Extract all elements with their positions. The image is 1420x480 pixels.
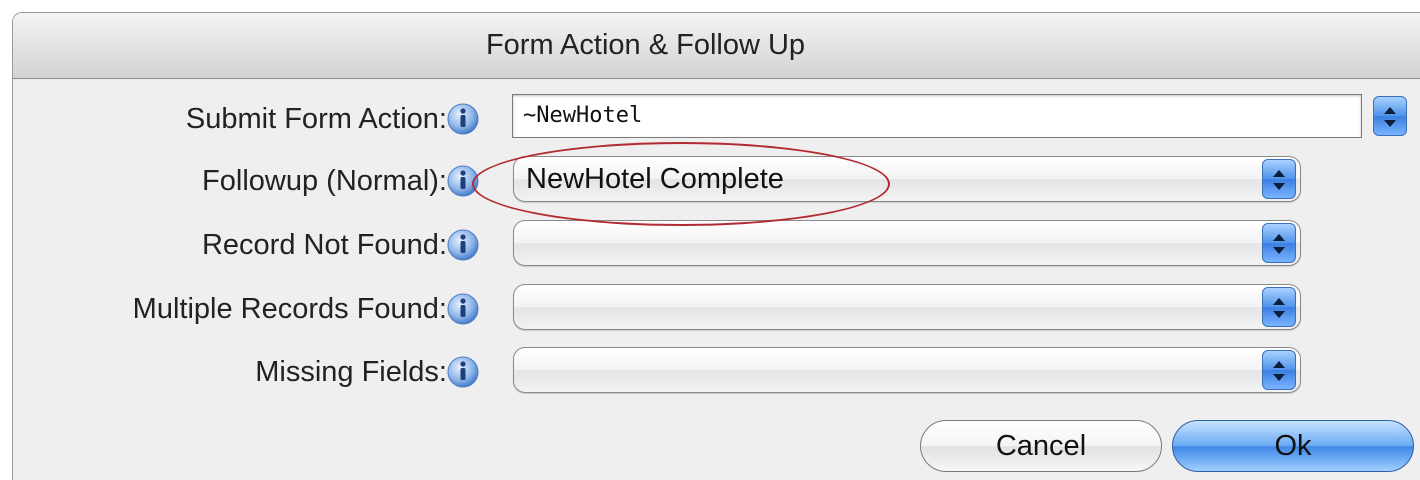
dialog-title: Form Action & Follow Up [485, 29, 806, 61]
multiple-records-row: Multiple Records Found: [13, 282, 1420, 336]
submit-action-row: Submit Form Action: ~NewHotel [13, 92, 1420, 146]
cancel-button[interactable]: Cancel [920, 420, 1162, 472]
missing-fields-stepper[interactable] [1262, 350, 1296, 390]
up-down-arrows-icon [1384, 107, 1396, 127]
followup-normal-label: Followup (Normal): [202, 165, 447, 197]
info-icon[interactable] [445, 291, 481, 327]
title-bar: Form Action & Follow Up [13, 13, 1420, 79]
record-not-found-popup[interactable] [513, 220, 1301, 266]
info-icon[interactable] [445, 227, 481, 263]
up-down-arrows-icon [1273, 170, 1285, 190]
followup-normal-value: NewHotel Complete [526, 163, 784, 195]
followup-normal-row: Followup (Normal): NewHotel Complete [13, 154, 1420, 208]
up-down-arrows-icon [1273, 234, 1285, 254]
up-down-arrows-icon [1273, 298, 1285, 318]
info-icon[interactable] [445, 354, 481, 390]
submit-action-value: ~NewHotel [523, 103, 643, 128]
submit-action-stepper[interactable] [1373, 96, 1407, 136]
submit-action-label: Submit Form Action: [185, 103, 447, 135]
submit-action-field[interactable]: ~NewHotel [512, 94, 1362, 138]
multiple-records-popup[interactable] [513, 284, 1301, 330]
missing-fields-label: Missing Fields: [255, 356, 447, 388]
record-not-found-stepper[interactable] [1262, 223, 1296, 263]
form-action-dialog: Form Action & Follow Up Submit Form Acti… [12, 12, 1420, 480]
up-down-arrows-icon [1273, 361, 1285, 381]
record-not-found-row: Record Not Found: [13, 218, 1420, 272]
followup-normal-stepper[interactable] [1262, 159, 1296, 199]
info-icon[interactable] [445, 163, 481, 199]
followup-normal-popup[interactable]: NewHotel Complete [513, 156, 1301, 202]
multiple-records-label: Multiple Records Found: [132, 293, 447, 325]
missing-fields-popup[interactable] [513, 347, 1301, 393]
missing-fields-row: Missing Fields: [13, 345, 1420, 399]
record-not-found-label: Record Not Found: [201, 229, 447, 261]
multiple-records-stepper[interactable] [1262, 287, 1296, 327]
info-icon[interactable] [445, 101, 481, 137]
ok-button[interactable]: Ok [1172, 420, 1414, 472]
